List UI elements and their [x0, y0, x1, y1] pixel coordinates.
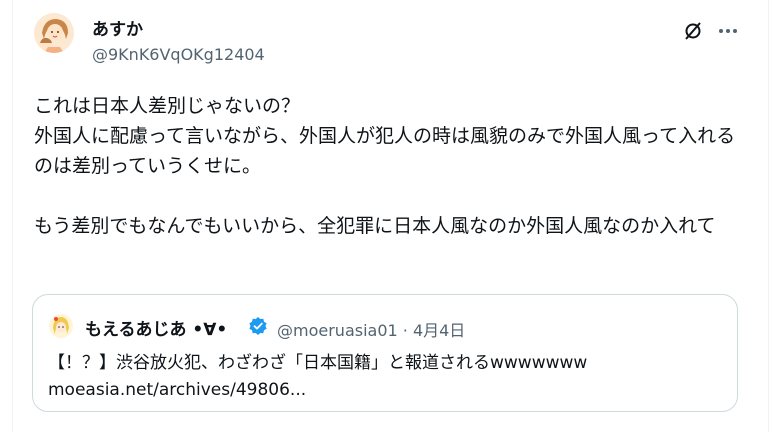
quoted-handle-date[interactable]: @moeruasia01 · 4月4日	[277, 317, 465, 341]
quoted-author-avatar[interactable]	[49, 314, 73, 338]
author-handle[interactable]: @9KnK6VqOKg12404	[92, 45, 265, 64]
grok-icon[interactable]	[683, 21, 703, 41]
quoted-author-display-name[interactable]: もえるあじあ •∀•	[85, 315, 227, 340]
author-avatar[interactable]	[34, 13, 74, 53]
author-display-name[interactable]: あすか	[92, 15, 143, 40]
verified-badge-icon	[248, 316, 268, 336]
post-text: これは日本人差別じゃないの？ 外国人に配慮って言いながら、外国人が犯人の時は風貌…	[34, 95, 736, 237]
quoted-post-text: 【！？】渋谷放火犯、わざわざ「日本国籍」と報道されるwwwwwww moeasi…	[48, 353, 588, 400]
more-horizontal-icon[interactable]	[717, 22, 739, 40]
quoted-post[interactable]: もえるあじあ •∀• @moeruasia01 · 4月4日 【！？】渋谷放火犯…	[32, 294, 738, 412]
